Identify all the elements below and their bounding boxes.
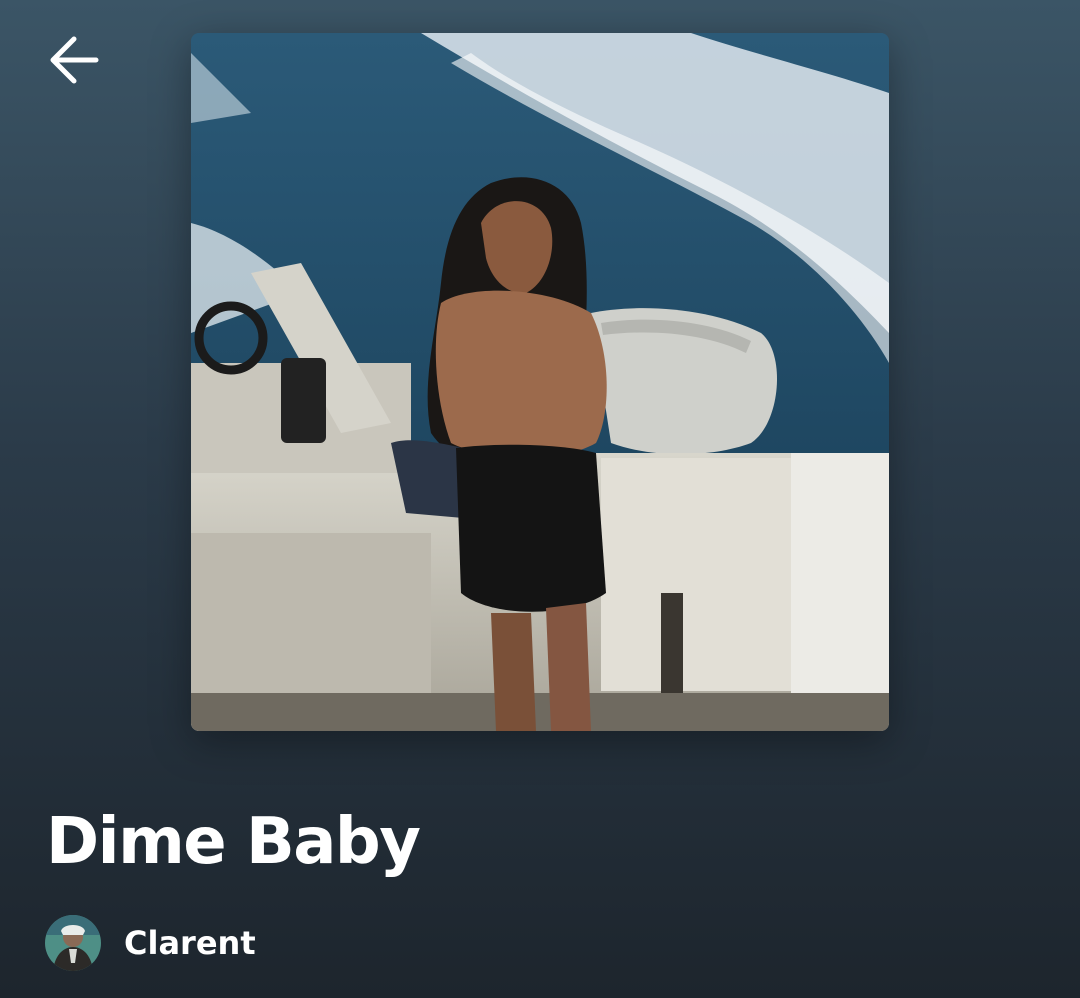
back-button[interactable]: [38, 24, 110, 96]
artist-link[interactable]: Clarent: [45, 915, 256, 971]
artist-name: Clarent: [124, 924, 256, 962]
artist-avatar-image: [45, 915, 101, 971]
album-cover-image: [191, 33, 889, 731]
artist-avatar: [45, 915, 101, 971]
arrow-left-icon: [50, 36, 99, 84]
album-cover: [191, 33, 889, 731]
track-title: Dime Baby: [46, 805, 421, 879]
